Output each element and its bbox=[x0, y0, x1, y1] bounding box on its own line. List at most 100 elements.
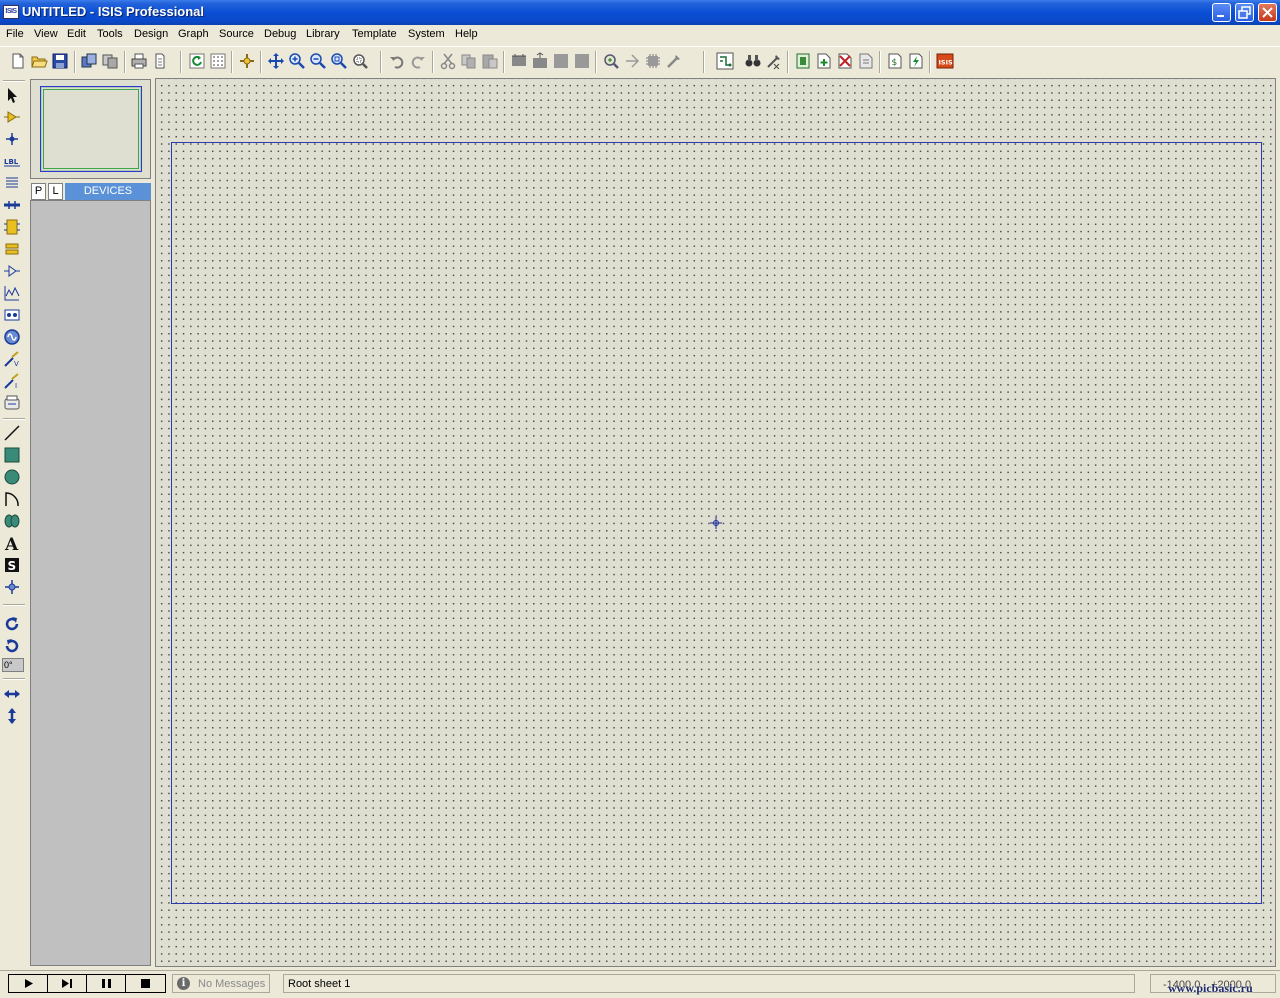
menu-debug[interactable]: Debug bbox=[264, 28, 296, 40]
undo-icon[interactable] bbox=[388, 52, 406, 70]
menu-edit[interactable]: Edit bbox=[67, 28, 86, 40]
box-icon[interactable] bbox=[3, 446, 21, 464]
block-delete-icon[interactable] bbox=[573, 52, 591, 70]
marker-icon[interactable] bbox=[3, 578, 21, 596]
menu-design[interactable]: Design bbox=[134, 28, 168, 40]
print-area-icon[interactable] bbox=[151, 52, 169, 70]
paste-icon[interactable] bbox=[481, 52, 499, 70]
library-manager-button[interactable]: L bbox=[48, 183, 63, 200]
export-icon[interactable] bbox=[101, 52, 119, 70]
pan-icon[interactable] bbox=[267, 52, 285, 70]
import-icon[interactable] bbox=[80, 52, 98, 70]
menu-tools[interactable]: Tools bbox=[97, 28, 123, 40]
menu-system[interactable]: System bbox=[408, 28, 445, 40]
junction-dot-icon[interactable] bbox=[3, 130, 21, 148]
cut-icon[interactable] bbox=[439, 52, 457, 70]
pick-devices-button[interactable]: P bbox=[31, 183, 46, 200]
rotate-anticlockwise-icon[interactable] bbox=[3, 637, 21, 655]
new-icon[interactable] bbox=[9, 52, 27, 70]
copy-icon[interactable] bbox=[460, 52, 478, 70]
menu-template[interactable]: Template bbox=[352, 28, 397, 40]
arc-icon[interactable] bbox=[3, 490, 21, 508]
block-move-icon[interactable] bbox=[531, 52, 549, 70]
toolbar-separator bbox=[231, 51, 233, 73]
menu-file[interactable]: File bbox=[6, 28, 24, 40]
terminals-icon[interactable] bbox=[3, 240, 21, 258]
block-rotate-icon[interactable] bbox=[552, 52, 570, 70]
redo-icon[interactable] bbox=[409, 52, 427, 70]
text-script-icon[interactable] bbox=[3, 174, 21, 192]
origin-icon[interactable] bbox=[238, 52, 256, 70]
menu-bar: File View Edit Tools Design Graph Source… bbox=[0, 25, 1280, 45]
menu-library[interactable]: Library bbox=[306, 28, 340, 40]
current-probe-icon[interactable]: I bbox=[3, 372, 21, 390]
goto-sheet-icon[interactable] bbox=[857, 52, 875, 70]
pick-device-icon[interactable] bbox=[602, 52, 620, 70]
stop-button[interactable] bbox=[126, 975, 165, 992]
text-icon[interactable]: A bbox=[3, 534, 21, 552]
subcircuit-icon[interactable] bbox=[3, 218, 21, 236]
overview-window[interactable] bbox=[30, 79, 151, 179]
save-icon[interactable] bbox=[51, 52, 69, 70]
buses-icon[interactable] bbox=[3, 196, 21, 214]
print-icon[interactable] bbox=[130, 52, 148, 70]
toolbar-separator bbox=[3, 80, 25, 82]
virtual-instruments-icon[interactable] bbox=[3, 394, 21, 412]
netlist-to-ares-icon[interactable]: ISIS bbox=[936, 52, 954, 70]
packaging-icon[interactable] bbox=[644, 52, 662, 70]
device-pins-icon[interactable] bbox=[3, 262, 21, 280]
zoom-all-icon[interactable] bbox=[330, 52, 348, 70]
rotation-angle-field[interactable]: 0° bbox=[2, 658, 24, 672]
mirror-x-icon[interactable] bbox=[3, 685, 21, 703]
graph-icon[interactable] bbox=[3, 284, 21, 302]
zoom-in-icon[interactable] bbox=[288, 52, 306, 70]
messages-panel[interactable]: i No Messages bbox=[172, 974, 270, 993]
isis-app-icon[interactable]: ISIS bbox=[3, 5, 19, 19]
generator-icon[interactable] bbox=[3, 328, 21, 346]
bill-of-materials-icon[interactable]: $ bbox=[886, 52, 904, 70]
property-assignment-icon[interactable] bbox=[765, 52, 783, 70]
isis-window: ISIS UNTITLED - ISIS Professional File V… bbox=[0, 0, 1280, 998]
wire-autorouter-icon[interactable] bbox=[716, 52, 734, 70]
device-list[interactable] bbox=[30, 200, 151, 966]
grid-icon[interactable] bbox=[209, 52, 227, 70]
menu-help[interactable]: Help bbox=[455, 28, 478, 40]
component-mode-icon[interactable] bbox=[3, 108, 21, 126]
electrical-rule-check-icon[interactable] bbox=[907, 52, 925, 70]
add-sheet-icon[interactable] bbox=[815, 52, 833, 70]
circle-icon[interactable] bbox=[3, 468, 21, 486]
selection-mode-icon[interactable] bbox=[3, 86, 21, 104]
voltage-probe-icon[interactable]: V bbox=[3, 350, 21, 368]
schematic-canvas[interactable] bbox=[155, 78, 1276, 967]
mirror-y-icon[interactable] bbox=[3, 707, 21, 725]
overview-viewport[interactable] bbox=[43, 89, 139, 169]
play-button[interactable] bbox=[9, 975, 48, 992]
title-bar[interactable]: ISIS UNTITLED - ISIS Professional bbox=[0, 0, 1280, 25]
pause-button[interactable] bbox=[87, 975, 126, 992]
closed-path-icon[interactable] bbox=[3, 512, 21, 530]
close-button[interactable] bbox=[1258, 3, 1277, 22]
refresh-icon[interactable] bbox=[188, 52, 206, 70]
menu-graph[interactable]: Graph bbox=[178, 28, 209, 40]
new-sheet-icon[interactable] bbox=[794, 52, 812, 70]
symbol-icon[interactable]: S bbox=[3, 556, 21, 574]
block-copy-icon[interactable] bbox=[510, 52, 528, 70]
zoom-out-icon[interactable] bbox=[309, 52, 327, 70]
step-button[interactable] bbox=[48, 975, 87, 992]
sheet-name: Root sheet 1 bbox=[288, 978, 351, 990]
make-device-icon[interactable] bbox=[623, 52, 641, 70]
tape-recorder-icon[interactable] bbox=[3, 306, 21, 324]
remove-sheet-icon[interactable] bbox=[836, 52, 854, 70]
zoom-area-icon[interactable] bbox=[351, 52, 369, 70]
decompose-icon[interactable] bbox=[665, 52, 683, 70]
search-tag-icon[interactable] bbox=[744, 52, 762, 70]
minimize-button[interactable] bbox=[1212, 3, 1231, 22]
line-icon[interactable] bbox=[3, 424, 21, 442]
wire-label-icon[interactable]: LBL bbox=[3, 152, 21, 170]
menu-view[interactable]: View bbox=[34, 28, 58, 40]
restore-button[interactable] bbox=[1235, 3, 1254, 22]
open-icon[interactable] bbox=[30, 52, 48, 70]
menu-source[interactable]: Source bbox=[219, 28, 254, 40]
rotate-clockwise-icon[interactable] bbox=[3, 615, 21, 633]
toolbar-separator bbox=[929, 51, 931, 73]
